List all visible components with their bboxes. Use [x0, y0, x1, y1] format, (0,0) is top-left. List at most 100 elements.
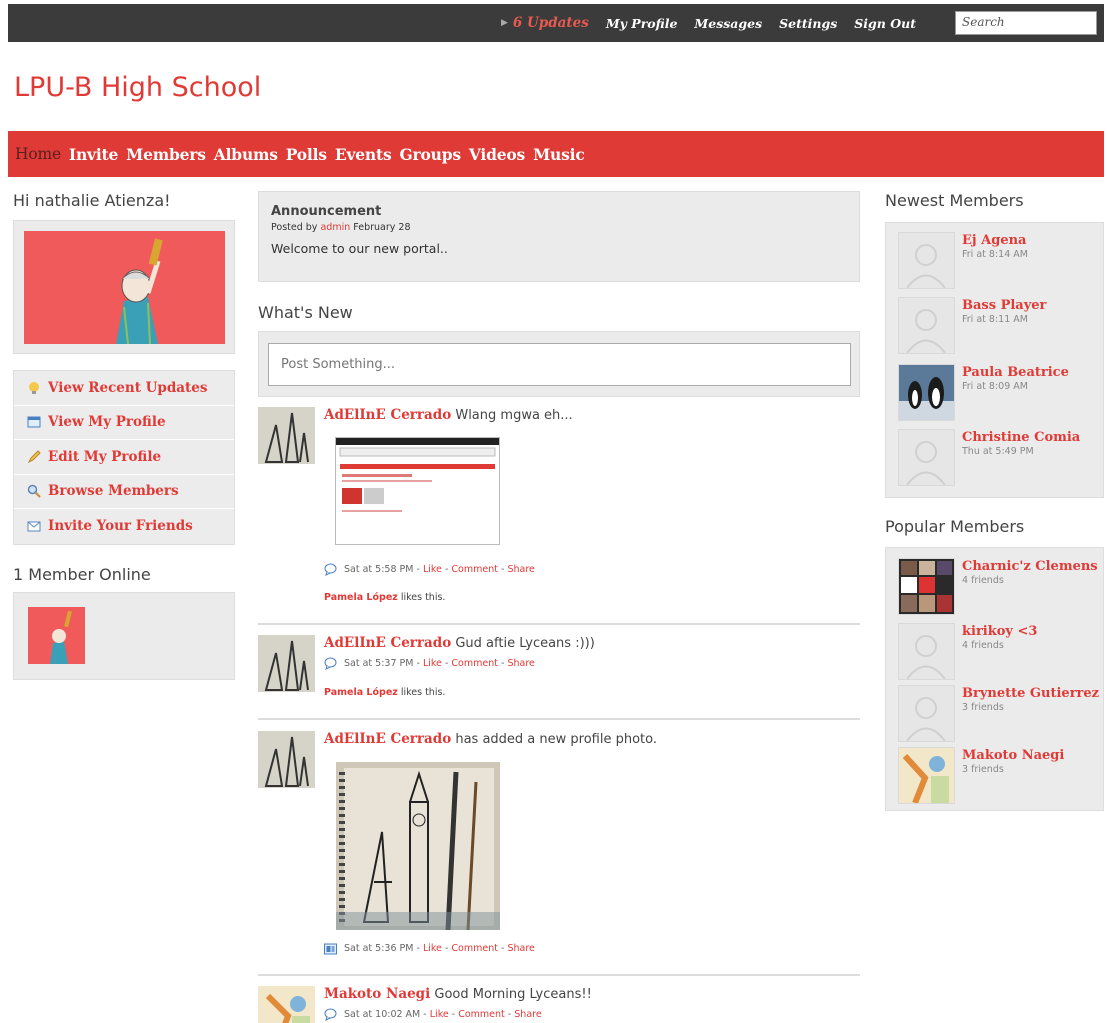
nav-events[interactable]: Events — [335, 145, 392, 164]
feed-divider — [258, 623, 860, 625]
member-friends: 3 friends — [962, 702, 1004, 713]
feed-item: AdElInE Cerrado Gud aftie Lyceans :))) S… — [258, 635, 860, 715]
member-name-link[interactable]: Ej Agena — [962, 233, 1026, 248]
member-info: Makoto Naegi 3 friends — [962, 748, 1102, 776]
feed-author-link[interactable]: Makoto Naegi — [324, 986, 430, 1002]
quick-links: View Recent Updates View My Profile Edit… — [13, 370, 235, 545]
edit-my-profile-link[interactable]: Edit My Profile — [14, 440, 234, 475]
member-name-link[interactable]: Brynette Gutierrez — [962, 686, 1099, 701]
new-profile-photo[interactable] — [336, 762, 500, 930]
feed-attachment-image[interactable] — [335, 437, 500, 545]
my-profile-link[interactable]: My Profile — [606, 16, 678, 31]
member-item: kirikoy <3 4 friends — [898, 623, 1098, 683]
member-avatar[interactable] — [898, 747, 955, 804]
top-bar: ▶ 6 Updates My Profile Messages Settings … — [8, 4, 1104, 42]
nav-invite[interactable]: Invite — [69, 145, 118, 164]
profile-card-icon — [26, 414, 42, 430]
comment-link[interactable]: Comment — [458, 1009, 505, 1020]
whats-new-title: What's New — [258, 303, 353, 322]
member-name-link[interactable]: Bass Player — [962, 298, 1046, 313]
member-name-link[interactable]: kirikoy <3 — [962, 624, 1037, 639]
member-avatar[interactable] — [898, 364, 955, 421]
member-avatar[interactable] — [898, 558, 955, 615]
online-member-avatar[interactable] — [28, 607, 85, 664]
member-info: Charnic'z Clemens 4 friends — [962, 559, 1102, 587]
like-link[interactable]: Like — [423, 658, 442, 669]
nav-polls[interactable]: Polls — [286, 145, 327, 164]
nav-groups[interactable]: Groups — [399, 145, 461, 164]
view-my-profile-link[interactable]: View My Profile — [14, 406, 234, 440]
feed-author-link[interactable]: AdElInE Cerrado — [324, 635, 451, 651]
popular-members-title: Popular Members — [885, 517, 1025, 536]
default-avatar-icon[interactable] — [898, 685, 955, 742]
member-name-link[interactable]: Charnic'z Clemens — [962, 559, 1098, 574]
invite-your-friends-link[interactable]: Invite Your Friends — [14, 509, 234, 544]
member-name-link[interactable]: Paula Beatrice — [962, 365, 1069, 380]
member-joined: Fri at 8:11 AM — [962, 314, 1028, 325]
feed-avatar[interactable] — [258, 731, 315, 788]
default-avatar-icon[interactable] — [898, 232, 955, 289]
feed-avatar[interactable] — [258, 986, 315, 1023]
feed-author-link[interactable]: AdElInE Cerrado — [324, 407, 451, 423]
comment-link[interactable]: Comment — [451, 943, 498, 954]
envelope-icon — [26, 518, 42, 534]
search-input[interactable]: Search — [955, 11, 1097, 35]
feed-avatar[interactable] — [258, 635, 315, 692]
site-title[interactable]: LPU-B High School — [14, 72, 261, 103]
like-link[interactable]: Like — [423, 564, 442, 575]
feed-item: Makoto Naegi Good Morning Lyceans!! Sat … — [258, 986, 860, 1023]
share-link[interactable]: Share — [507, 564, 534, 575]
member-name-link[interactable]: Christine Comia — [962, 430, 1080, 445]
feed-avatar[interactable] — [258, 407, 315, 464]
default-avatar-icon[interactable] — [898, 623, 955, 680]
members-online-title: 1 Member Online — [13, 565, 151, 584]
member-joined: Fri at 8:14 AM — [962, 249, 1028, 260]
member-item: Makoto Naegi 3 friends — [898, 747, 1098, 807]
caret-right-icon: ▶ — [501, 18, 508, 28]
share-link[interactable]: Share — [507, 658, 534, 669]
announcement-author-link[interactable]: admin — [320, 222, 350, 233]
profile-avatar[interactable] — [24, 231, 225, 344]
member-friends: 4 friends — [962, 640, 1004, 651]
nav-music[interactable]: Music — [533, 145, 585, 164]
default-avatar-icon[interactable] — [898, 429, 955, 486]
nav-albums[interactable]: Albums — [214, 145, 278, 164]
browse-members-link[interactable]: Browse Members — [14, 475, 234, 509]
feed-author-link[interactable]: AdElInE Cerrado — [324, 731, 451, 747]
feed-item: AdElInE Cerrado Wlang mgwa eh... Sat at … — [258, 407, 860, 617]
like-link[interactable]: Like — [423, 943, 442, 954]
liker-link[interactable]: Pamela López — [324, 687, 398, 698]
feed-likes: Pamela López likes this. — [324, 687, 446, 698]
lightbulb-icon — [26, 380, 42, 396]
default-avatar-icon[interactable] — [898, 297, 955, 354]
post-input[interactable] — [268, 343, 851, 386]
like-link[interactable]: Like — [430, 1009, 449, 1020]
messages-link[interactable]: Messages — [694, 16, 762, 31]
sign-out-link[interactable]: Sign Out — [854, 16, 916, 31]
comment-link[interactable]: Comment — [451, 564, 498, 575]
view-recent-updates-link[interactable]: View Recent Updates — [14, 371, 234, 406]
member-info: Christine Comia Thu at 5:49 PM — [962, 430, 1102, 458]
nav-home[interactable]: Home — [15, 145, 61, 163]
popular-members-box: Charnic'z Clemens 4 friends kirikoy <3 4 f… — [885, 547, 1104, 811]
updates-link[interactable]: ▶ 6 Updates — [501, 15, 589, 31]
share-link[interactable]: Share — [514, 1009, 541, 1020]
member-name-link[interactable]: Makoto Naegi — [962, 748, 1064, 763]
announcement-byline: Posted by admin February 28 — [271, 222, 411, 233]
photo-album-icon — [324, 942, 337, 955]
member-joined: Thu at 5:49 PM — [962, 446, 1034, 457]
speech-bubble-icon — [324, 563, 337, 576]
comment-link[interactable]: Comment — [451, 658, 498, 669]
newest-members-title: Newest Members — [885, 191, 1024, 210]
settings-link[interactable]: Settings — [779, 16, 837, 31]
feed-likes: Pamela López likes this. — [324, 592, 446, 603]
feed-meta: Sat at 5:58 PM - Like - Comment - Share — [324, 563, 535, 576]
nav-members[interactable]: Members — [126, 145, 206, 164]
liker-link[interactable]: Pamela López — [324, 592, 398, 603]
share-link[interactable]: Share — [507, 943, 534, 954]
announcement-box: Announcement Posted by admin February 28… — [258, 191, 860, 282]
member-item: Brynette Gutierrez 3 friends — [898, 685, 1099, 745]
post-box — [258, 331, 860, 397]
nav-videos[interactable]: Videos — [469, 145, 525, 164]
member-joined: Fri at 8:09 AM — [962, 381, 1028, 392]
